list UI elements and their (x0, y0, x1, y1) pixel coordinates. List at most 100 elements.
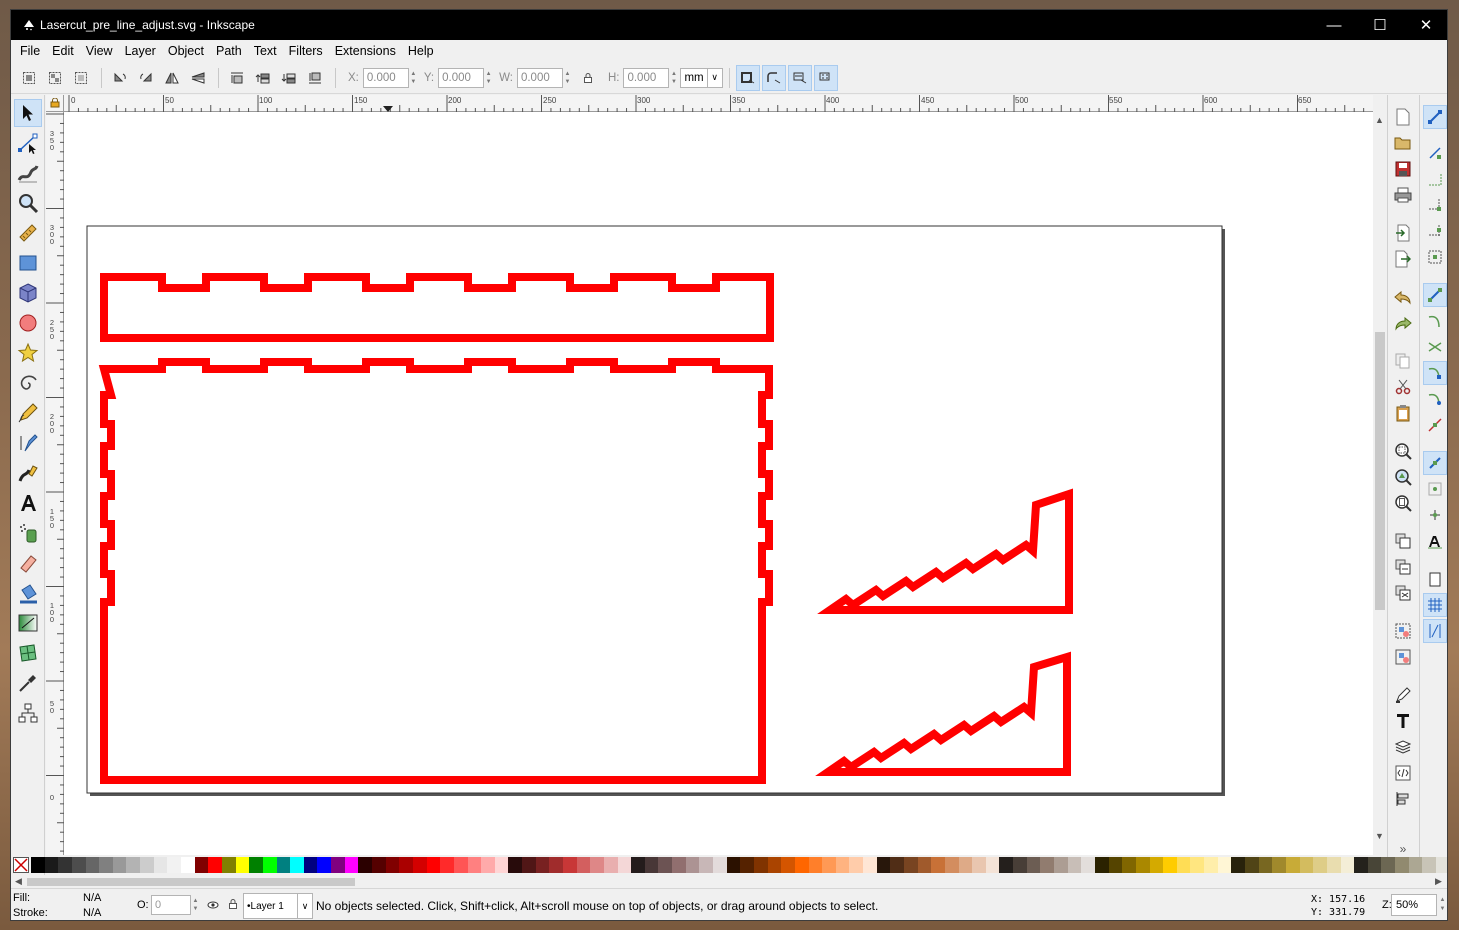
xml-editor-button[interactable] (1391, 761, 1415, 785)
snap-nodes-toggle[interactable] (1423, 283, 1447, 307)
palette-swatch[interactable] (1094, 857, 1109, 873)
y-spin-arrows[interactable]: ▲ ▼ (484, 68, 493, 88)
palette-swatch[interactable] (508, 857, 523, 873)
palette-swatch[interactable] (985, 857, 1000, 873)
snap-midpoints-toggle[interactable] (1423, 413, 1447, 437)
stroke-value[interactable]: N/A (83, 907, 101, 919)
palette-swatch[interactable] (1395, 857, 1409, 873)
palette-swatch[interactable] (426, 857, 441, 873)
palette-swatch[interactable] (931, 857, 945, 873)
eraser-tool[interactable] (14, 549, 42, 577)
maximize-button[interactable]: ☐ (1357, 10, 1403, 40)
palette-swatch[interactable] (331, 857, 345, 873)
move-patterns-toggle[interactable] (813, 64, 838, 91)
palette-swatch[interactable] (1272, 857, 1286, 873)
menu-layer[interactable]: Layer (119, 40, 162, 62)
palette-swatch[interactable] (753, 857, 768, 873)
measure-tool[interactable] (14, 219, 42, 247)
fill-stroke-button[interactable] (1391, 683, 1415, 707)
palette-swatch[interactable] (494, 857, 509, 873)
palette-swatch[interactable] (794, 857, 809, 873)
menu-filters[interactable]: Filters (283, 40, 329, 62)
palette-swatches[interactable] (31, 857, 1447, 873)
new-document-button[interactable] (1391, 105, 1415, 129)
duplicate-button[interactable] (1391, 529, 1415, 553)
snap-cusp-nodes-toggle[interactable] (1423, 361, 1447, 385)
zoom-spin-arrows[interactable]: ▲ ▼ (1438, 894, 1447, 916)
mesh-tool[interactable] (14, 639, 42, 667)
palette-swatch[interactable] (290, 857, 304, 873)
palette-swatch[interactable] (999, 857, 1014, 873)
palette-swatch[interactable] (99, 857, 113, 873)
print-button[interactable] (1391, 183, 1415, 207)
redo-button[interactable] (1391, 311, 1415, 335)
palette-swatch[interactable] (644, 857, 659, 873)
palette-swatch[interactable] (235, 857, 250, 873)
palette-swatch[interactable] (672, 857, 686, 873)
text-tool[interactable] (14, 489, 42, 517)
text-font-button[interactable] (1391, 709, 1415, 733)
palette-swatch[interactable] (358, 857, 373, 873)
palette-swatch[interactable] (71, 857, 86, 873)
calligraphy-tool[interactable] (14, 459, 42, 487)
palette-swatch[interactable] (1054, 857, 1068, 873)
palette-swatch[interactable] (167, 857, 182, 873)
palette-swatch[interactable] (917, 857, 932, 873)
palette-swatch[interactable] (1176, 857, 1191, 873)
palette-swatch[interactable] (1135, 857, 1150, 873)
zoom-page-button[interactable] (1391, 491, 1415, 515)
palette-swatch[interactable] (1026, 857, 1041, 873)
flip-vertical-button[interactable] (186, 66, 210, 90)
palette-swatch[interactable] (1313, 857, 1327, 873)
unit-select[interactable]: mm ∨ (680, 67, 723, 88)
snap-guides-toggle[interactable] (1423, 619, 1447, 643)
palette-swatch[interactable] (1190, 857, 1205, 873)
palette-swatch[interactable] (385, 857, 400, 873)
rectangle-tool[interactable] (14, 249, 42, 277)
snap-others-toggle[interactable] (1423, 451, 1447, 475)
palette-swatch[interactable] (740, 857, 754, 873)
palette-swatch[interactable] (1204, 857, 1218, 873)
unlink-clone-button[interactable] (1391, 581, 1415, 605)
palette-scroll-right-icon[interactable]: ▶ (1435, 876, 1442, 887)
clone-button[interactable] (1391, 555, 1415, 579)
palette-swatch[interactable] (249, 857, 263, 873)
menu-help[interactable]: Help (402, 40, 440, 62)
h-spinbox[interactable]: ▲▼ (623, 67, 678, 88)
palette-swatch[interactable] (781, 857, 795, 873)
palette-swatch[interactable] (904, 857, 918, 873)
palette-swatch[interactable] (658, 857, 673, 873)
palette-swatch[interactable] (631, 857, 645, 873)
palette-swatch[interactable] (1381, 857, 1396, 873)
palette-swatch[interactable] (440, 857, 454, 873)
palette-swatch[interactable] (1067, 857, 1082, 873)
palette-swatch[interactable] (549, 857, 563, 873)
palette-swatch[interactable] (1013, 857, 1027, 873)
palette-swatch[interactable] (590, 857, 604, 873)
scroll-up-icon[interactable]: ▲ (1375, 115, 1384, 125)
menu-text[interactable]: Text (248, 40, 283, 62)
palette-swatch[interactable] (713, 857, 727, 873)
3d-box-tool[interactable] (14, 279, 42, 307)
chevron-down-icon[interactable]: ∨ (706, 68, 722, 87)
palette-swatch[interactable] (1081, 857, 1095, 873)
palette-swatch[interactable] (262, 857, 277, 873)
palette-swatch[interactable] (317, 857, 332, 873)
open-button[interactable] (1391, 131, 1415, 155)
lock-proportions-button[interactable] (576, 66, 600, 90)
palette-swatch[interactable] (603, 857, 618, 873)
layer-lock-icon[interactable] (228, 898, 238, 910)
palette-swatch[interactable] (1163, 857, 1177, 873)
layers-button[interactable] (1391, 735, 1415, 759)
eye-visibility-icon[interactable] (207, 900, 219, 910)
palette-swatch[interactable] (1258, 857, 1273, 873)
title-bar[interactable]: Lasercut_pre_line_adjust.svg - Inkscape … (11, 10, 1447, 40)
x-input[interactable] (362, 67, 409, 88)
palette-swatch[interactable] (1231, 857, 1246, 873)
palette-swatch[interactable] (31, 857, 45, 873)
w-spinbox[interactable]: ▲▼ (516, 67, 572, 88)
palette-swatch[interactable] (1108, 857, 1123, 873)
palette-swatch[interactable] (140, 857, 154, 873)
minimize-button[interactable]: — (1311, 10, 1357, 40)
menu-file[interactable]: File (14, 40, 46, 62)
